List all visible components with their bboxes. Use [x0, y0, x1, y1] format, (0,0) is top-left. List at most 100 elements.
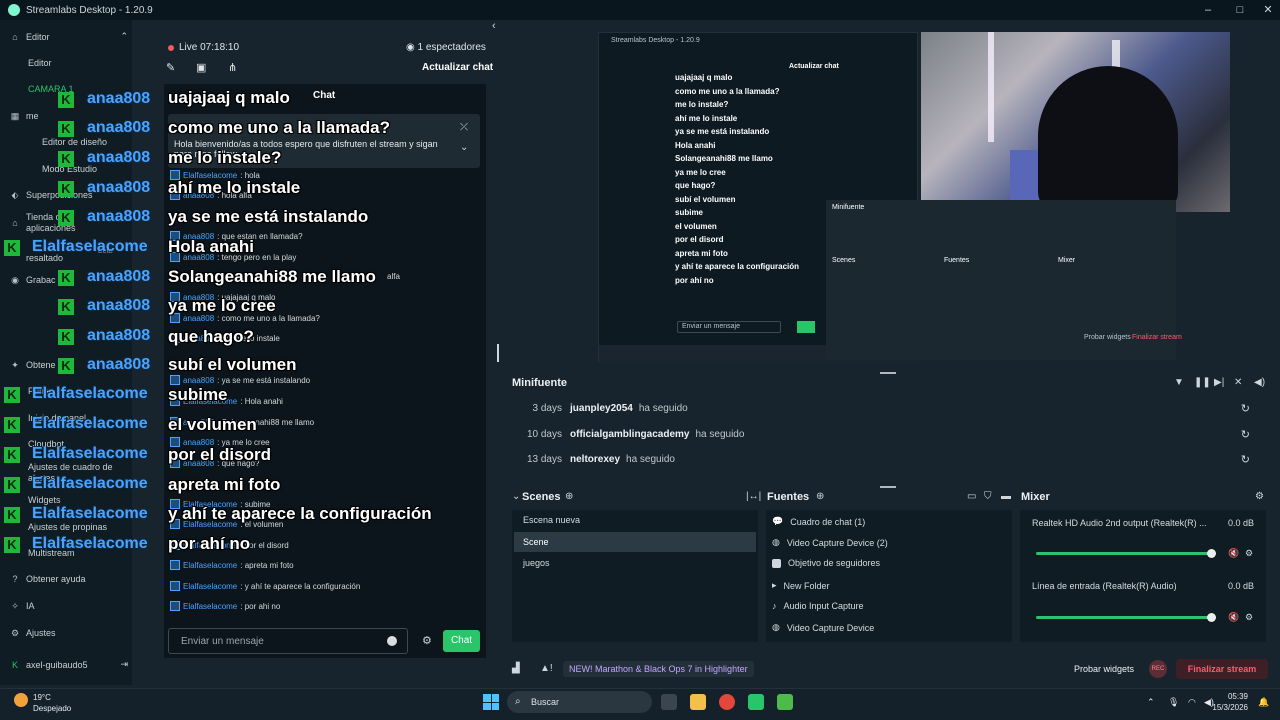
overlay-chat-message: por ahí no	[168, 534, 251, 553]
weather-sun-icon	[14, 693, 28, 707]
volume-slider[interactable]	[1036, 613, 1216, 622]
edit-icon[interactable]: ✎	[166, 61, 175, 74]
microphone-icon[interactable]: 🎙	[1168, 697, 1179, 708]
streamlabs-taskbar-icon[interactable]	[748, 694, 764, 710]
volume-slider[interactable]	[1036, 549, 1216, 558]
folder-icon[interactable]: ▬	[1001, 491, 1011, 502]
chevron-down-icon[interactable]: ⌄	[512, 491, 520, 502]
scene-item[interactable]: juegos	[514, 553, 756, 573]
chevron-down-icon[interactable]: ⌄	[460, 142, 468, 153]
slider-knob[interactable]	[1207, 549, 1216, 558]
preview-lower-panels: Minifuente Scenes Fuentes Mixer Probar w…	[826, 200, 1182, 360]
chat-username[interactable]: Elalfaselacome	[183, 602, 237, 611]
preview-chat-line: apreta mi foto	[675, 248, 728, 258]
live-dot-icon	[168, 44, 174, 51]
sidebar-item-editor-diseno[interactable]: Editor de diseño	[42, 137, 160, 147]
test-widgets-button[interactable]: Probar widgets	[1074, 664, 1134, 674]
overlay-username: anaa808	[87, 179, 151, 196]
collapse-chat-icon[interactable]: ‹	[492, 20, 496, 32]
help-icon: ?	[12, 574, 18, 584]
notification-icon[interactable]: 🔔	[1258, 697, 1269, 708]
sidebar-item-ia[interactable]: ✧ IA	[10, 601, 128, 611]
chat-message-input[interactable]: Enviar un mensaje	[168, 628, 408, 654]
minecraft-icon[interactable]	[777, 694, 793, 710]
mute-icon[interactable]: 🔇	[1228, 612, 1239, 623]
refresh-chat-button[interactable]: Actualizar chat	[422, 62, 493, 73]
sidebar-item-editor-group[interactable]: ⌂ Editor ⌃	[10, 31, 128, 42]
scene-item[interactable]: Scene	[514, 532, 756, 552]
source-item[interactable]: ◍ Video Capture Device (2)	[772, 537, 888, 548]
emoji-icon[interactable]	[387, 636, 397, 646]
source-item[interactable]: ▸ New Folder	[772, 580, 830, 591]
mute-icon[interactable]: 🔇	[1228, 548, 1239, 559]
sidebar-user[interactable]: Kaxel-guibaudo5 ⇥	[10, 659, 128, 670]
channel-settings-icon[interactable]: ⚙	[1245, 612, 1253, 623]
preview-chat-line: subime	[675, 208, 704, 217]
weather-widget[interactable]: 19°C Despejado	[33, 692, 71, 714]
mute-alerts-icon[interactable]: ✕	[1234, 377, 1242, 388]
sidebar-item-widgets[interactable]: Widgets	[28, 495, 146, 505]
end-stream-button[interactable]: Finalizar stream	[1176, 659, 1268, 679]
minimize-button[interactable]: –	[1196, 0, 1220, 20]
file-explorer-icon[interactable]	[690, 694, 706, 710]
pause-icon[interactable]: ❚❚	[1194, 377, 1211, 388]
pin-icon[interactable]: ▣	[196, 61, 206, 74]
replay-icon[interactable]: ↻	[1241, 453, 1250, 466]
sidebar-item-ayuda[interactable]: ? Obtener ayuda	[10, 574, 128, 584]
wifi-icon[interactable]: ◠	[1188, 697, 1196, 708]
taskbar-search[interactable]: ⌕ Buscar	[507, 691, 652, 713]
alert-icon[interactable]: ▲!	[540, 663, 553, 674]
chat-username[interactable]: Elalfaselacome	[183, 582, 237, 591]
channel-settings-icon[interactable]: ⚙	[1245, 548, 1253, 559]
mixer-settings-icon[interactable]: ⚙	[1255, 491, 1264, 502]
record-button[interactable]: REC	[1149, 660, 1167, 678]
volume-icon[interactable]: ◀)	[1254, 377, 1265, 388]
grid-icon: ▦	[10, 111, 20, 121]
scene-item[interactable]: Escena nueva	[514, 510, 756, 530]
chat-message: alfa	[384, 272, 400, 281]
resize-handle[interactable]	[497, 344, 499, 362]
minifuente-title: Minifuente	[512, 377, 567, 389]
maximize-button[interactable]: □	[1228, 0, 1252, 20]
mixer-channel-name: Realtek HD Audio 2nd output (Realtek(R) …	[1032, 518, 1207, 528]
group-icon[interactable]: ⛉	[984, 491, 992, 502]
add-source-icon[interactable]: ⊕	[816, 491, 824, 502]
source-item[interactable]: 💬 Cuadro de chat (1)	[772, 516, 865, 527]
overlay-chat-message: por el disord	[168, 445, 271, 464]
chrome-icon[interactable]	[719, 694, 735, 710]
chat-username[interactable]: anaa808	[183, 376, 214, 385]
source-item[interactable]: ♪ Audio Input Capture	[772, 601, 864, 611]
sidebar-item-propinas[interactable]: Ajustes de propinas	[28, 522, 146, 532]
stats-icon[interactable]: ▟	[512, 663, 520, 674]
drag-handle[interactable]	[880, 486, 896, 488]
send-chat-button[interactable]: Chat	[443, 630, 480, 652]
transition-icon[interactable]: |↔|	[746, 491, 761, 502]
skip-icon[interactable]: ▶|	[1214, 377, 1224, 388]
add-scene-icon[interactable]: ⊕	[565, 491, 573, 502]
chat-username[interactable]: Elalfaselacome	[183, 561, 237, 570]
task-view-icon[interactable]	[661, 694, 677, 710]
windows-start-icon[interactable]	[483, 694, 499, 710]
kick-badge-icon: K	[4, 387, 20, 403]
promo-banner[interactable]: NEW! Marathon & Black Ops 7 in Highlight…	[563, 661, 754, 677]
taskbar-clock[interactable]: 05:39 15/3/2026	[1208, 691, 1248, 713]
source-item[interactable]: Objetivo de seguidores	[772, 558, 880, 568]
sidebar-item-ajustes[interactable]: ⚙ Ajustes	[10, 628, 128, 638]
replay-icon[interactable]: ↻	[1241, 428, 1250, 441]
drag-handle[interactable]	[880, 372, 896, 374]
slider-knob[interactable]	[1207, 613, 1216, 622]
overlay-username: anaa808	[87, 327, 151, 344]
source-item[interactable]: ◍ Video Capture Device	[772, 622, 874, 633]
scenes-title: Scenes	[522, 491, 561, 503]
screen-icon[interactable]: ▭	[967, 491, 976, 502]
widget-source-icon	[772, 558, 781, 568]
close-button[interactable]: ✕	[1256, 0, 1280, 20]
filter-icon[interactable]: ▼	[1174, 377, 1184, 388]
unpin-icon[interactable]: ⤫	[460, 122, 468, 133]
replay-icon[interactable]: ↻	[1241, 402, 1250, 415]
chat-settings-gear-icon[interactable]: ⚙	[422, 634, 432, 647]
event-row: 3 days juanpley2054 ha seguido ↻	[532, 402, 1250, 415]
sidebar-item-editor[interactable]: Editor	[28, 58, 146, 68]
tray-chevron-icon[interactable]: ⌃	[1147, 697, 1155, 708]
share-icon[interactable]: ⋔	[228, 61, 237, 74]
